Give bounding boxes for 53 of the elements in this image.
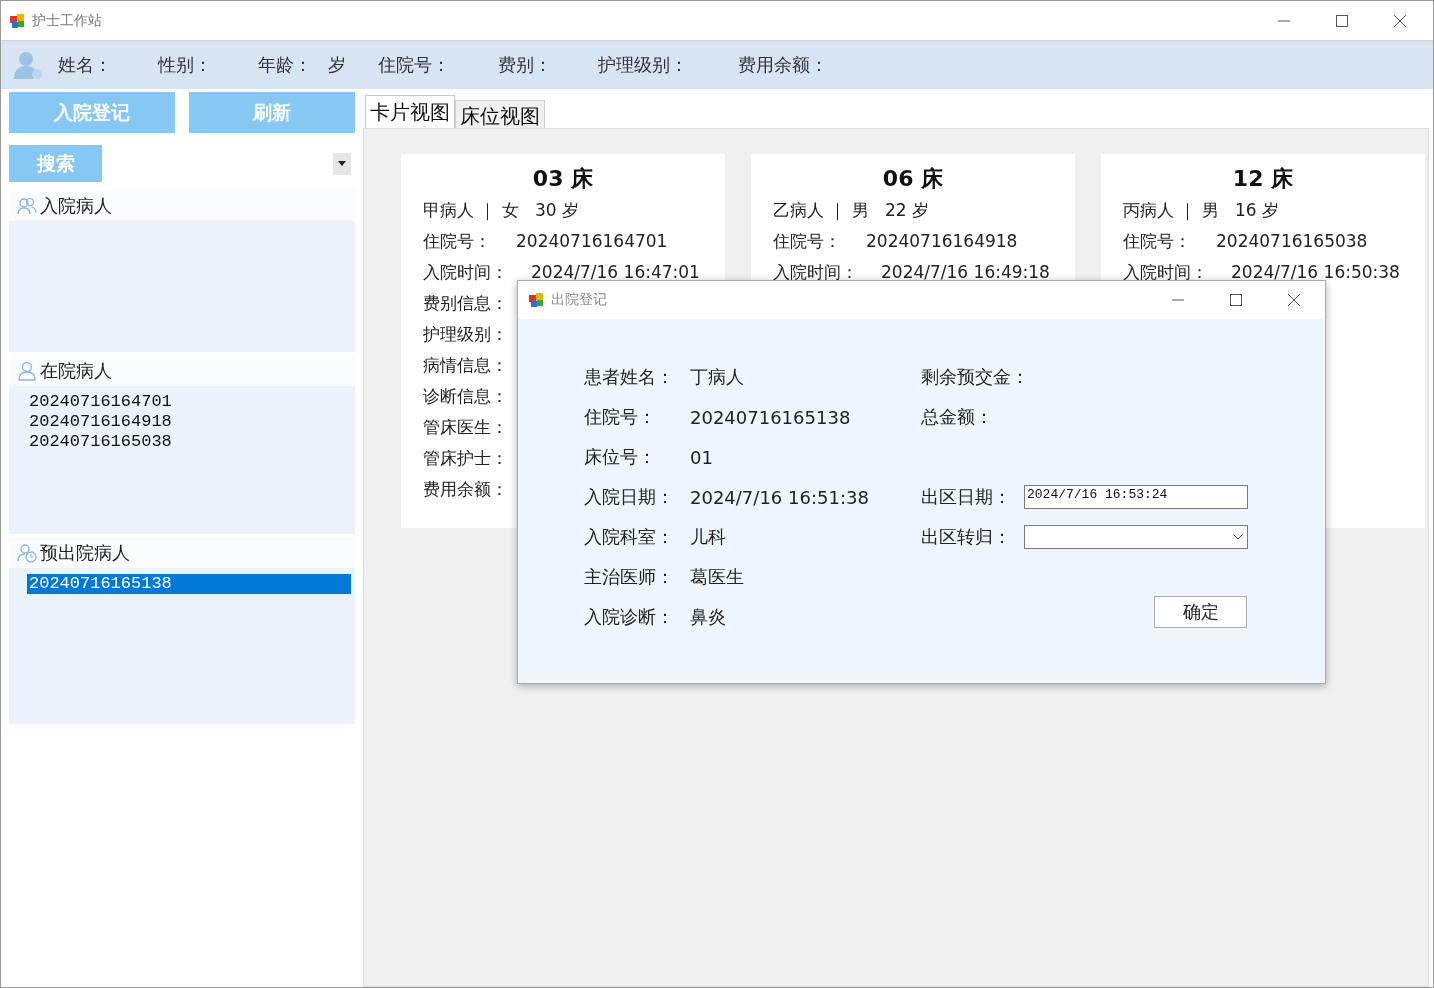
bed-number: 06 床 [882,166,944,191]
field-label: 主治医师： [584,565,675,589]
field-label: 出区日期： [921,485,1012,509]
field-value: 20240716164701 [516,230,668,253]
field-label: 岁 [328,53,347,77]
field-label: 性别： [158,53,213,77]
field-label: 管床护士： [423,447,509,470]
field-value: 儿科 [690,525,727,549]
field-label: 入院日期： [584,485,675,509]
field-label: 床位号： [584,445,657,469]
bed-number: 12 床 [1232,166,1294,191]
field-label: 住院号： [584,405,657,429]
patient-summary: 甲病人 ｜ 女 30 岁 [423,199,580,223]
patient-summary: 丙病人 ｜ 男 16 岁 [1123,199,1280,223]
field-label: 护理级别： [423,323,509,346]
field-value: 01 [690,446,714,468]
field-label: 住院号： [773,230,842,253]
field-value: 2024/7/16 16:50:38 [1231,261,1400,284]
field-value: 丁病人 [690,365,745,389]
field-label: 护理级别： [598,53,689,77]
dialog-title: 出院登记 [551,291,608,309]
field-value: 2024/7/16 16:49:18 [881,261,1050,284]
field-label: 住院号： [1123,230,1192,253]
field-label: 住院号： [423,230,492,253]
field-value: 2024/7/16 16:51:38 [690,486,870,508]
window-title: 护士工作站 [32,11,103,30]
field-label: 剩余预交金： [921,365,1024,389]
field-label: 患者姓名： [584,365,675,389]
field-label: 总金额： [921,405,994,429]
field-value: 2024/7/16 16:47:01 [531,261,700,284]
field-label: 住院号： [378,53,451,77]
field-label: 诊断信息： [423,385,509,408]
bed-number: 03 床 [532,166,594,191]
patient-summary: 乙病人 ｜ 男 22 岁 [773,199,930,223]
field-label: 姓名： [58,53,113,77]
field-label: 入院时间： [773,261,859,284]
field-label: 病情信息： [423,354,509,377]
field-label: 入院诊断： [584,605,675,629]
field-label: 入院科室： [584,525,675,549]
field-label: 出区转归： [921,525,1012,549]
field-value: 20240716164918 [866,230,1018,253]
field-label: 费别信息： [423,292,509,315]
field-value: 鼻炎 [690,605,727,629]
field-value: 20240716165138 [690,406,852,428]
field-label: 入院时间： [423,261,509,284]
field-value: 葛医生 [690,565,745,589]
field-label: 费用余额： [738,53,828,77]
field-value: 20240716165038 [1216,230,1368,253]
field-label: 费别： [498,53,553,77]
field-label: 年龄： [258,53,313,77]
field-label: 费用余额： [423,478,509,501]
field-label: 管床医生： [423,416,509,439]
field-label: 入院时间： [1123,261,1209,284]
